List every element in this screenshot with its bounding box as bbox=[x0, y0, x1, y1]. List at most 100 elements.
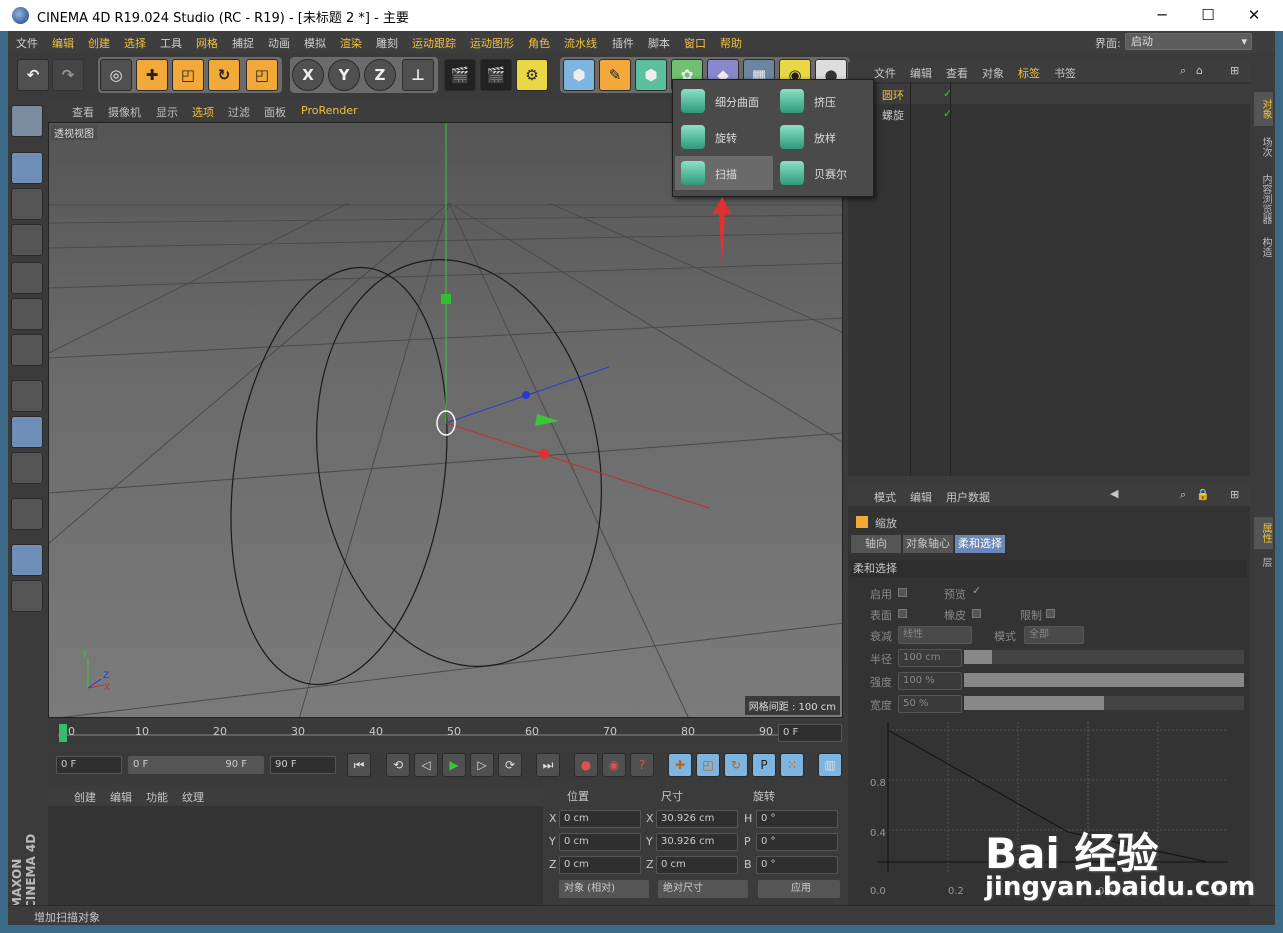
previous-frame-icon[interactable]: ◁ bbox=[414, 753, 438, 777]
viewport-menu-panel[interactable]: 面板 bbox=[264, 104, 286, 120]
popup-loft[interactable]: 放样 bbox=[774, 120, 872, 154]
viewport-menu-camera[interactable]: 摄像机 bbox=[108, 104, 141, 120]
restrict-checkbox[interactable] bbox=[1046, 609, 1055, 618]
material-menu-create[interactable]: 创建 bbox=[74, 789, 96, 805]
keyframe-selection-icon[interactable]: ? bbox=[630, 753, 654, 777]
width-slider[interactable] bbox=[964, 696, 1244, 710]
material-menu-function[interactable]: 功能 bbox=[146, 789, 168, 805]
popup-sweep[interactable]: 扫描 bbox=[675, 156, 773, 190]
material-menu-edit[interactable]: 编辑 bbox=[110, 789, 132, 805]
tab-layers[interactable]: 层 bbox=[1254, 552, 1273, 572]
key-rotation-icon[interactable]: ↻ bbox=[724, 753, 748, 777]
z-scale-handle[interactable] bbox=[522, 391, 530, 399]
edges-mode-icon[interactable] bbox=[11, 298, 43, 330]
menu-render[interactable]: 渲染 bbox=[340, 35, 362, 51]
y-axis-button[interactable]: Y bbox=[328, 59, 360, 91]
mode-dropdown[interactable]: 全部 bbox=[1024, 626, 1084, 644]
tab-object-axis[interactable]: 对象轴心 bbox=[903, 535, 953, 553]
recent-tool-icon[interactable]: ◰ bbox=[246, 59, 278, 91]
render-picture-viewer-icon[interactable]: 🎬 bbox=[480, 59, 512, 91]
menu-window[interactable]: 窗口 bbox=[684, 35, 706, 51]
key-scale-icon[interactable]: ◰ bbox=[696, 753, 720, 777]
layout-dropdown[interactable]: 启动 ▾ bbox=[1125, 33, 1252, 50]
tab-takes[interactable]: 场次 bbox=[1254, 130, 1273, 164]
tab-structure[interactable]: 构造 bbox=[1254, 232, 1273, 262]
viewport-menu-prorender[interactable]: ProRender bbox=[301, 104, 358, 117]
menu-script[interactable]: 脚本 bbox=[648, 35, 670, 51]
object-row-helix[interactable]: 螺旋 ✓ bbox=[848, 104, 1250, 124]
menu-motion-tracking[interactable]: 运动跟踪 bbox=[412, 35, 456, 51]
search-icon[interactable]: ⌕ bbox=[1180, 488, 1186, 502]
new-manager-icon[interactable]: ⊞ bbox=[1230, 488, 1239, 501]
menu-pipeline[interactable]: 流水线 bbox=[564, 35, 597, 51]
radius-field[interactable]: 100 cm bbox=[898, 649, 962, 667]
polygons-mode-icon[interactable] bbox=[11, 334, 43, 366]
size-mode-dropdown[interactable]: 绝对尺寸 bbox=[658, 880, 748, 898]
axis-mode-icon[interactable] bbox=[11, 380, 43, 412]
home-icon[interactable]: ⌂ bbox=[1196, 64, 1203, 77]
surface-checkbox[interactable] bbox=[898, 609, 907, 618]
popup-lathe[interactable]: 旋转 bbox=[675, 120, 773, 154]
popup-bezier[interactable]: 贝赛尔 bbox=[774, 156, 872, 190]
strength-slider[interactable] bbox=[964, 673, 1244, 687]
menu-create[interactable]: 创建 bbox=[88, 35, 110, 51]
radius-slider[interactable] bbox=[964, 650, 1244, 664]
object-menu-edit[interactable]: 编辑 bbox=[910, 65, 932, 81]
tweak-mode-icon[interactable] bbox=[11, 416, 43, 448]
minimize-button[interactable]: ─ bbox=[1139, 0, 1185, 31]
subdivision-surface-icon[interactable]: ⬢ bbox=[635, 59, 667, 91]
y-scale-handle[interactable] bbox=[441, 294, 451, 304]
menu-character[interactable]: 角色 bbox=[528, 35, 550, 51]
play-icon[interactable]: ▶ bbox=[442, 753, 466, 777]
cube-icon[interactable]: ⬢ bbox=[563, 59, 595, 91]
object-row-torus[interactable]: 圆环 ✓ bbox=[848, 84, 1250, 104]
points-mode-icon[interactable] bbox=[11, 262, 43, 294]
rotation-h-field[interactable]: 0 ° bbox=[756, 810, 838, 828]
attr-menu-edit[interactable]: 编辑 bbox=[910, 489, 932, 505]
popup-extrude[interactable]: 挤压 bbox=[774, 84, 872, 118]
timeline-window-icon[interactable]: ▥ bbox=[818, 753, 842, 777]
viewport-menu-options[interactable]: 选项 bbox=[192, 104, 214, 120]
next-frame-icon[interactable]: ▷ bbox=[470, 753, 494, 777]
rotation-b-field[interactable]: 0 ° bbox=[756, 856, 838, 874]
coordinate-mode-dropdown[interactable]: 对象 (相对) bbox=[559, 880, 649, 898]
strength-field[interactable]: 100 % bbox=[898, 672, 962, 690]
texture-mode-icon[interactable] bbox=[11, 188, 43, 220]
end-frame-field[interactable]: 90 F bbox=[270, 756, 336, 774]
key-parameter-icon[interactable]: P bbox=[752, 753, 776, 777]
go-to-start-icon[interactable]: ⏮ bbox=[347, 753, 371, 777]
pen-spline-icon[interactable]: ✎ bbox=[599, 59, 631, 91]
key-position-icon[interactable]: ✚ bbox=[668, 753, 692, 777]
position-z-field[interactable]: 0 cm bbox=[559, 856, 641, 874]
snap-icon[interactable] bbox=[11, 452, 43, 484]
object-menu-file[interactable]: 文件 bbox=[874, 65, 896, 81]
menu-snap[interactable]: 捕捉 bbox=[232, 35, 254, 51]
next-key-icon[interactable]: ⟳ bbox=[498, 753, 522, 777]
tab-content-browser[interactable]: 内容浏览器 bbox=[1254, 168, 1273, 230]
tab-attributes[interactable]: 属性 bbox=[1254, 517, 1273, 549]
viewport-menu-view[interactable]: 查看 bbox=[72, 104, 94, 120]
z-axis-button[interactable]: Z bbox=[364, 59, 396, 91]
current-frame-field[interactable]: 0 F bbox=[778, 724, 842, 742]
magnet-icon[interactable] bbox=[11, 498, 43, 530]
material-menu-texture[interactable]: 纹理 bbox=[182, 789, 204, 805]
start-frame-field[interactable]: 0 F bbox=[56, 756, 122, 774]
redo-button[interactable]: ↷ bbox=[52, 59, 84, 91]
scale-icon[interactable]: ◰ bbox=[172, 59, 204, 91]
locked-workplane-icon[interactable] bbox=[11, 544, 43, 576]
position-x-field[interactable]: 0 cm bbox=[559, 810, 641, 828]
attr-menu-user-data[interactable]: 用户数据 bbox=[946, 489, 990, 505]
previous-key-icon[interactable]: ⟲ bbox=[386, 753, 410, 777]
popup-subdivision-surface[interactable]: 细分曲面 bbox=[675, 84, 773, 118]
menu-tools[interactable]: 工具 bbox=[160, 35, 182, 51]
search-icon[interactable]: ⌕ bbox=[1180, 64, 1186, 78]
timeline-ruler[interactable]: 0 10 20 30 40 50 60 70 80 90 0 F bbox=[48, 721, 844, 745]
preview-check-icon[interactable]: ✓ bbox=[972, 584, 981, 597]
planar-workplane-icon[interactable] bbox=[11, 580, 43, 612]
size-z-field[interactable]: 0 cm bbox=[656, 856, 738, 874]
maximize-button[interactable]: ☐ bbox=[1185, 0, 1231, 31]
enable-checkbox[interactable] bbox=[898, 588, 907, 597]
menu-mesh[interactable]: 网格 bbox=[196, 35, 218, 51]
tab-axis[interactable]: 轴向 bbox=[851, 535, 901, 553]
menu-file[interactable]: 文件 bbox=[16, 35, 38, 51]
